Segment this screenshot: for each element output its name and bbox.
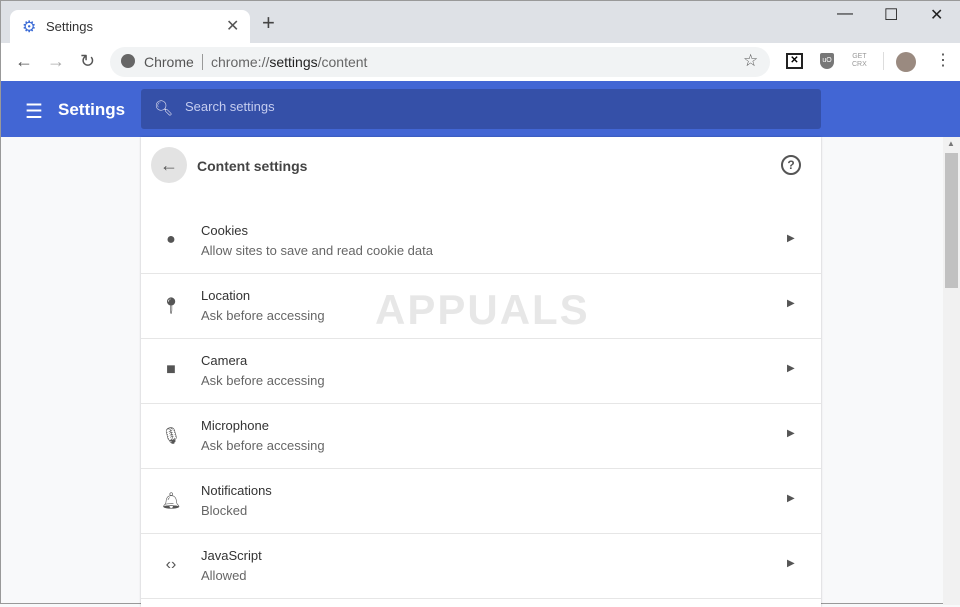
popup-blocker-extension-icon[interactable]: ✕ [786,53,803,69]
site-chip: Chrome [144,54,194,70]
chevron-right-icon: ▶ [787,298,795,309]
search-input[interactable] [185,99,785,114]
page-title: Settings [58,100,126,119]
reload-icon[interactable]: ↻ [80,51,95,72]
chevron-right-icon: ▶ [787,233,795,244]
settings-row-microphone[interactable]: 🎙︎ Microphone Ask before accessing ▶ [141,404,821,469]
row-title: Location [201,288,251,303]
cookie-icon: ● [166,231,176,248]
close-tab-icon[interactable]: ✕ [226,16,239,36]
watermark-logo: APPUALS [375,286,590,333]
row-subtitle: Blocked [201,503,248,518]
menu-kebab-icon[interactable]: ⋮ [935,51,951,71]
chevron-right-icon: ▶ [787,428,795,439]
settings-row-cookies[interactable]: ● Cookies Allow sites to save and read c… [141,209,821,274]
hamburger-menu-icon[interactable]: ☰ [25,99,43,124]
tab-title: Settings [46,19,93,34]
tab-strip: ⚙ Settings ✕ + — ☐ ✕ [1,1,960,44]
back-arrow-icon[interactable]: ← [15,51,33,72]
row-title: Microphone [201,418,269,433]
close-window-button[interactable]: ✕ [930,5,943,25]
row-subtitle: Ask before accessing [201,373,325,388]
crx-line1: GET [852,53,867,60]
search-box[interactable]: 🔍︎ [141,89,821,129]
camera-icon: ■ [166,361,176,378]
ublock-shield-icon[interactable]: uO [820,53,834,69]
divider [883,52,884,70]
scrollbar[interactable]: ▲ [943,137,960,605]
get-crx-extension-icon[interactable]: GET CRX [852,53,867,69]
row-title: Notifications [201,483,272,498]
location-pin-icon: 📍︎ [161,298,182,315]
tab-settings[interactable]: ⚙ Settings ✕ [10,10,250,44]
url-path: /content [317,54,368,70]
content-settings-card: ← Content settings ? ● Cookies Allow sit… [141,137,821,607]
row-title: Cookies [201,223,248,238]
new-tab-button[interactable]: + [262,12,275,34]
help-icon[interactable]: ? [781,155,801,175]
scroll-up-arrow-icon[interactable]: ▲ [947,139,955,148]
minimize-button[interactable]: — [837,5,853,23]
settings-row-notifications[interactable]: 🔔︎ Notifications Blocked ▶ [141,469,821,534]
avatar[interactable] [896,52,916,72]
bell-icon: 🔔︎ [161,493,182,510]
divider [202,54,203,70]
code-icon: ‹› [165,556,177,573]
scrollbar-thumb[interactable] [945,153,958,288]
url-text[interactable]: chrome://settings/content [211,54,367,70]
row-subtitle: Ask before accessing [201,308,325,323]
address-bar[interactable]: Chrome chrome://settings/content ☆ [110,47,770,77]
row-title: Camera [201,353,248,368]
gear-icon: ⚙ [22,19,37,36]
microphone-icon: 🎙︎ [161,428,182,445]
toolbar: ← → ↻ Chrome chrome://settings/content ☆… [1,43,960,81]
chevron-right-icon: ▶ [787,493,795,504]
settings-row-javascript[interactable]: ‹› JavaScript Allowed ▶ [141,534,821,599]
search-icon: 🔍︎ [154,100,174,117]
star-bookmark-icon[interactable]: ☆ [743,51,758,71]
row-subtitle: Ask before accessing [201,438,325,453]
row-subtitle: Allowed [201,568,247,583]
settings-row-camera[interactable]: ■ Camera Ask before accessing ▶ [141,339,821,404]
settings-header: ☰ Settings 🔍︎ [1,81,960,137]
chevron-right-icon: ▶ [787,558,795,569]
row-subtitle: Allow sites to save and read cookie data [201,243,433,258]
chevron-right-icon: ▶ [787,363,795,374]
url-host: settings [269,54,318,70]
section-title: Content settings [197,158,308,174]
back-button[interactable]: ← [151,147,187,183]
maximize-button[interactable]: ☐ [884,5,898,25]
row-title: JavaScript [201,548,262,563]
url-scheme: chrome:// [211,54,270,70]
forward-arrow-icon[interactable]: → [47,51,65,72]
crx-line2: CRX [852,61,867,68]
chrome-logo-icon [121,54,135,68]
